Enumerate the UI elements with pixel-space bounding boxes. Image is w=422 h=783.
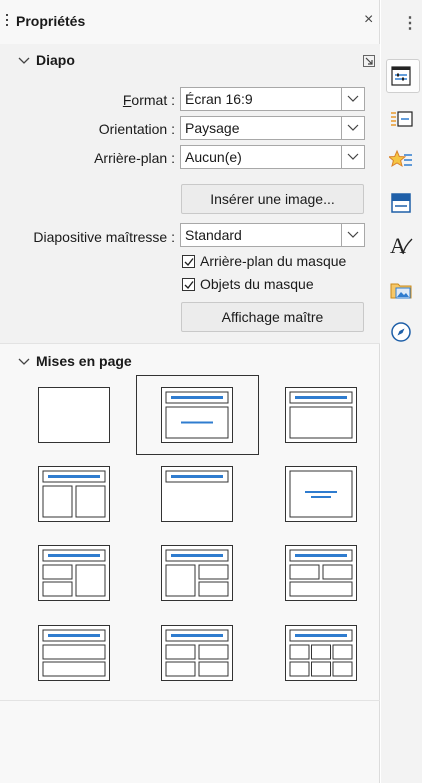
layout-title-content-over-content[interactable]	[38, 625, 110, 681]
sidebar-menu-button[interactable]: ⋮	[402, 16, 418, 32]
gallery-icon[interactable]	[389, 279, 413, 301]
layouts-section-header[interactable]: Mises en page	[18, 353, 132, 369]
master-objects-checkbox[interactable]: Objets du masque	[182, 276, 367, 294]
master-view-button[interactable]: Affichage maître	[181, 302, 364, 332]
orientation-dropdown[interactable]: Paysage	[180, 116, 365, 140]
checkbox-box	[182, 278, 195, 291]
layout-title-2content-content[interactable]	[38, 545, 110, 601]
master-background-checkbox[interactable]: Arrière-plan du masque	[182, 253, 367, 271]
properties-panel: Propriétés × Diapo Format : Écran 16:9 O…	[0, 0, 380, 783]
format-label: Format :	[122, 92, 175, 108]
insert-image-button[interactable]: Insérer une image...	[181, 184, 364, 214]
background-label: Arrière-plan :	[94, 150, 175, 166]
checkmark-icon	[184, 258, 194, 267]
master-slides-icon[interactable]	[389, 192, 413, 214]
layout-title-only[interactable]	[161, 466, 233, 522]
chevron-down-icon	[341, 88, 364, 110]
checkbox-box	[182, 255, 195, 268]
layout-title-2-content[interactable]	[38, 466, 110, 522]
layout-blank[interactable]	[38, 387, 110, 443]
chevron-down-icon	[341, 224, 364, 246]
chevron-down-icon	[341, 117, 364, 139]
properties-icon[interactable]	[389, 65, 413, 87]
master-background-label: Arrière-plan du masque	[200, 253, 347, 269]
layout-title-content-2content[interactable]	[161, 545, 233, 601]
close-button[interactable]: ×	[364, 12, 373, 28]
master-slide-value: Standard	[185, 227, 242, 243]
panel-title: Propriétés	[16, 13, 86, 29]
layout-centered-text[interactable]	[285, 466, 357, 522]
navigator-icon[interactable]	[389, 321, 413, 343]
layout-title-4-content[interactable]	[161, 625, 233, 681]
orientation-label: Orientation :	[98, 121, 175, 137]
background-dropdown[interactable]: Aucun(e)	[180, 145, 365, 169]
layouts-section-title: Mises en page	[36, 353, 132, 369]
master-slide-label: Diapositive maîtresse :	[33, 229, 175, 245]
chevron-down-icon	[341, 146, 364, 168]
chevron-down-icon	[18, 358, 30, 365]
slide-section-title: Diapo	[36, 52, 75, 68]
master-slide-dropdown[interactable]: Standard	[180, 223, 365, 247]
styles-icon[interactable]: A	[389, 234, 413, 256]
chevron-down-icon	[18, 57, 30, 64]
drag-grip-icon[interactable]	[6, 14, 9, 28]
slide-section-header[interactable]: Diapo	[18, 52, 75, 68]
more-options-icon[interactable]	[363, 55, 375, 67]
orientation-value: Paysage	[185, 120, 240, 136]
section-divider	[0, 700, 380, 701]
format-value: Écran 16:9	[185, 91, 253, 107]
format-dropdown[interactable]: Écran 16:9	[180, 87, 365, 111]
animation-icon[interactable]	[389, 149, 413, 171]
layout-title-6-content[interactable]	[285, 625, 357, 681]
layout-title-content-centered[interactable]	[161, 387, 233, 443]
layout-title-2content-over-content[interactable]	[285, 545, 357, 601]
master-objects-label: Objets du masque	[200, 276, 314, 292]
slide-transition-icon[interactable]	[389, 108, 413, 130]
section-divider	[0, 343, 380, 344]
layout-title-content[interactable]	[285, 387, 357, 443]
background-value: Aucun(e)	[185, 149, 242, 165]
checkmark-icon	[184, 281, 194, 290]
